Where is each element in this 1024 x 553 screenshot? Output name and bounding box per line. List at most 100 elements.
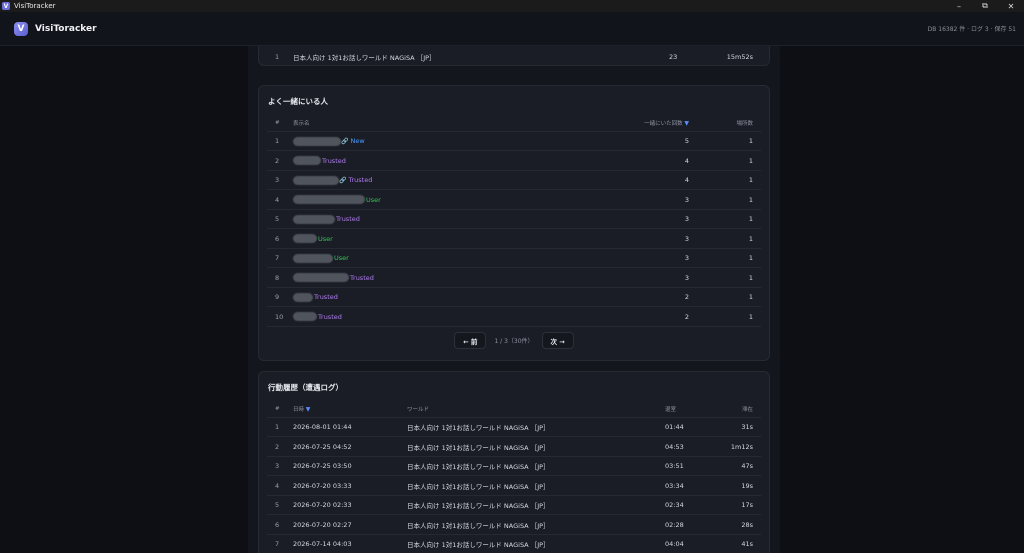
app-header: V VisiToracker DB 16382 件 · ログ 3 · 保存 51 xyxy=(0,12,1024,46)
together-count: 3 xyxy=(684,273,689,282)
display-name-cell[interactable]: Trusted xyxy=(293,214,360,224)
exit-time: 04:04 xyxy=(665,540,684,548)
companion-row[interactable]: 1 🔗 New 5 1 xyxy=(267,132,761,151)
history-header-row: # 日時 ▼ ワールド 退室 滞在 xyxy=(267,400,761,418)
trust-rank-badge: New xyxy=(350,137,365,145)
history-row[interactable]: 7 2026-07-14 04:03 日本人向け 1対1お話しワールド NAGiSA… xyxy=(267,535,761,553)
companion-row[interactable]: 8 Trusted 3 1 xyxy=(267,269,761,288)
redacted-name xyxy=(293,136,341,146)
row-index: 2 xyxy=(275,156,280,165)
maximize-button[interactable]: ⧉ xyxy=(972,0,998,12)
world-name: 日本人向け 1対1お話しワールド NAGiSA ［JP］ xyxy=(407,541,550,549)
db-status: DB 16382 件 · ログ 3 · 保存 51 xyxy=(927,26,1016,33)
row-index: 7 xyxy=(275,540,280,548)
stay-duration: 41s xyxy=(741,540,753,548)
row-index: 4 xyxy=(275,195,280,204)
together-count: 4 xyxy=(684,176,689,184)
next-page-button[interactable]: 次 → xyxy=(541,332,574,349)
header-datetime[interactable]: 日時 ▼ xyxy=(293,405,310,413)
app-icon: V xyxy=(2,2,10,10)
row-index: 1 xyxy=(275,53,280,61)
history-row[interactable]: 5 2026-07-20 02:33 日本人向け 1対1お話しワールド NAGiSA… xyxy=(267,496,761,515)
companion-row[interactable]: 2 Trusted 4 1 xyxy=(267,152,761,171)
trust-rank-badge: Trusted xyxy=(322,156,346,165)
row-index: 1 xyxy=(275,423,280,431)
minimize-button[interactable]: – xyxy=(946,0,972,12)
places-count: 1 xyxy=(748,176,753,184)
redacted-name xyxy=(293,312,317,321)
together-count: 4 xyxy=(684,156,689,165)
places-count: 1 xyxy=(748,215,753,223)
prev-page-button[interactable]: ← 前 xyxy=(454,332,487,349)
places-count: 1 xyxy=(748,195,753,204)
row-index: 1 xyxy=(275,137,280,145)
companions-header-row: # 表示名 一緒にいた回数 ▼ 場所数 xyxy=(267,114,761,132)
display-name-cell[interactable]: Trusted xyxy=(293,292,338,302)
together-count: 3 xyxy=(684,234,689,243)
redacted-name xyxy=(293,234,317,243)
places-count: 1 xyxy=(748,273,753,282)
companion-row[interactable]: 10 Trusted 2 1 xyxy=(267,308,761,327)
exit-time: 03:51 xyxy=(665,462,684,470)
companion-row[interactable]: 6 User 3 1 xyxy=(267,230,761,249)
redacted-name xyxy=(293,273,349,282)
row-index: 5 xyxy=(275,215,280,223)
header-stay: 滞在 xyxy=(741,406,753,413)
header-places: 場所数 xyxy=(736,120,753,127)
history-row[interactable]: 4 2026-07-20 03:33 日本人向け 1対1お話しワールド NAGiSA… xyxy=(267,477,761,496)
header-together-count[interactable]: 一緒にいた回数 ▼ xyxy=(644,119,689,127)
header-display-name: 表示名 xyxy=(293,120,310,127)
redacted-name xyxy=(293,156,321,165)
header-index: # xyxy=(275,405,280,412)
companion-row[interactable]: 9 Trusted 2 1 xyxy=(267,288,761,307)
exit-time: 03:34 xyxy=(665,481,684,490)
together-count: 2 xyxy=(684,293,689,301)
companion-row[interactable]: 5 Trusted 3 1 xyxy=(267,210,761,229)
os-titlebar: V VisiToracker – ⧉ ✕ xyxy=(0,0,1024,12)
display-name-cell[interactable]: Trusted xyxy=(293,273,374,282)
companions-title: よく一緒にいる人 xyxy=(268,97,328,106)
companions-card: よく一緒にいる人 # 表示名 一緒にいた回数 ▼ 場所数 1 🔗 New 5 1 2 Tru… xyxy=(258,85,770,361)
history-row[interactable]: 3 2026-07-25 03:50 日本人向け 1対1お話しワールド NAGiSA… xyxy=(267,457,761,476)
history-title: 行動履歴（遭遇ログ） xyxy=(268,383,343,392)
row-index: 5 xyxy=(275,501,280,509)
companion-row[interactable]: 4 User 3 1 xyxy=(267,191,761,210)
stay-duration: 28s xyxy=(741,520,753,529)
app-name: VisiToracker xyxy=(35,23,97,34)
display-name-cell[interactable]: Trusted xyxy=(293,312,342,321)
app-logo: V xyxy=(14,21,28,36)
together-count: 2 xyxy=(684,312,689,321)
datetime: 2026-07-25 04:52 xyxy=(293,442,352,451)
world-name: 日本人向け 1対1お話しワールド NAGiSA ［JP］ xyxy=(407,502,550,510)
history-row[interactable]: 1 2026-08-01 01:44 日本人向け 1対1お話しワールド NAGiSA… xyxy=(267,418,761,437)
display-name-cell[interactable]: User xyxy=(293,195,381,204)
sort-desc-icon: ▼ xyxy=(305,405,311,413)
link-icon: 🔗 xyxy=(339,177,347,184)
sort-desc-icon: ▼ xyxy=(684,119,689,127)
trust-rank-badge: Trusted xyxy=(348,176,373,184)
display-name-cell[interactable]: User xyxy=(293,234,333,243)
world-name: 日本人向け 1対1お話しワールド NAGiSA ［JP］ xyxy=(407,424,550,432)
world-name: 日本人向け 1対1お話しワールド NAGiSA ［JP］ xyxy=(407,482,550,491)
history-row[interactable]: 2 2026-07-25 04:52 日本人向け 1対1お話しワールド NAGiSA… xyxy=(267,438,761,457)
trust-rank-badge: Trusted xyxy=(350,273,374,282)
places-count: 1 xyxy=(748,137,753,145)
display-name-cell[interactable]: Trusted xyxy=(293,156,346,165)
row-index: 9 xyxy=(275,293,280,301)
main-content[interactable]: 1 日本人向け 1対1お話しワールド NAGiSA ［JP］ 23 15m52s… xyxy=(248,46,780,553)
display-name-cell[interactable]: 🔗 New xyxy=(293,136,365,146)
history-row[interactable]: 6 2026-07-20 02:27 日本人向け 1対1お話しワールド NAGiSA… xyxy=(267,516,761,535)
stay-duration: 47s xyxy=(741,462,753,470)
trust-rank-badge: Trusted xyxy=(318,312,342,321)
datetime: 2026-07-20 02:33 xyxy=(293,501,352,509)
display-name-cell[interactable]: 🔗 Trusted xyxy=(293,175,373,185)
visit-count: 23 xyxy=(669,53,678,61)
header-together-label: 一緒にいた回数 xyxy=(644,120,683,127)
header-datetime-label: 日時 xyxy=(293,406,305,413)
companion-row[interactable]: 7 User 3 1 xyxy=(267,249,761,268)
stay-duration: 31s xyxy=(741,423,753,431)
display-name-cell[interactable]: User xyxy=(293,253,349,263)
companion-row[interactable]: 3 🔗 Trusted 4 1 xyxy=(267,171,761,190)
close-button[interactable]: ✕ xyxy=(998,0,1024,12)
row-index: 10 xyxy=(275,312,284,321)
